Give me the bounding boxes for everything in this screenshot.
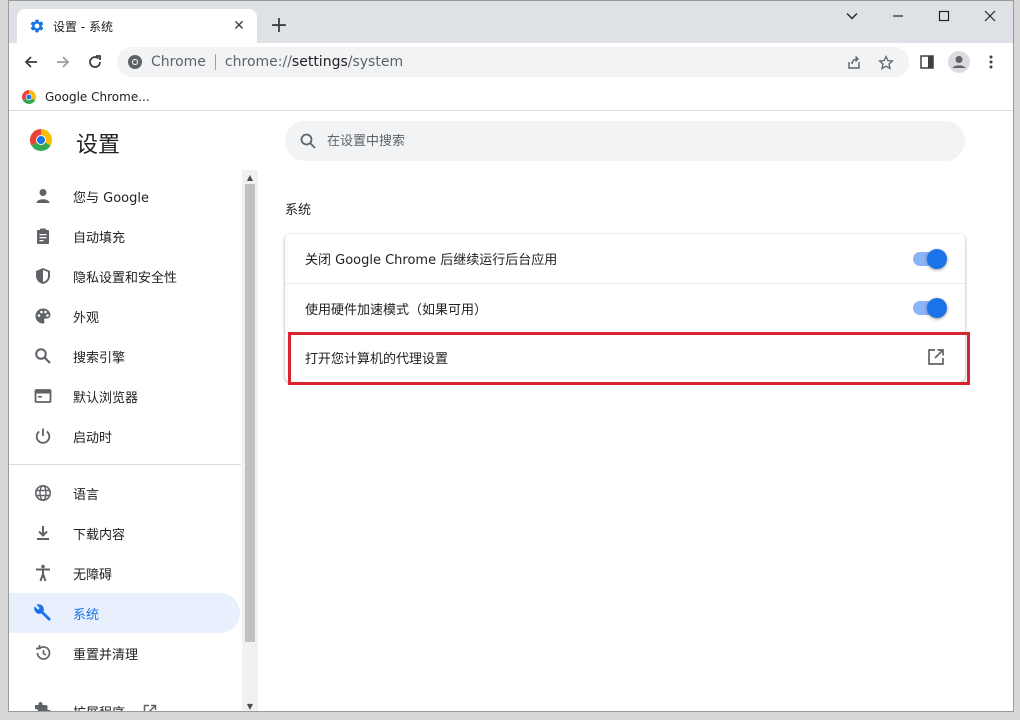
close-icon[interactable]: ✕ — [229, 16, 249, 36]
system-settings-card: 关闭 Google Chrome 后继续运行后台应用 使用硬件加速模式（如果可用… — [285, 234, 965, 382]
open-in-new-icon[interactable] — [927, 348, 945, 366]
chevron-down-icon — [846, 13, 858, 20]
settings-search[interactable] — [285, 121, 965, 161]
sidebar-item-you-and-google[interactable]: 您与 Google — [9, 176, 240, 216]
hardware-acceleration-toggle[interactable] — [913, 298, 947, 318]
chrome-logo-icon — [29, 129, 53, 152]
sidebar-item-privacy[interactable]: 隐私设置和安全性 — [9, 256, 240, 296]
sidebar-item-search-engine[interactable]: 搜索引擎 — [9, 336, 240, 376]
nav-scrollbar[interactable]: ▲ ▼ — [242, 170, 258, 711]
background-apps-toggle[interactable] — [913, 248, 947, 269]
sidebar-item-appearance[interactable]: 外观 — [9, 296, 240, 336]
star-icon[interactable] — [876, 53, 896, 73]
sidebar-item-autofill[interactable]: 自动填充 — [9, 216, 240, 256]
url-text: chrome://settings/system — [224, 54, 404, 70]
profile-button[interactable] — [945, 48, 973, 76]
arrow-left-icon — [24, 56, 37, 68]
hardware-acceleration-row[interactable]: 使用硬件加速模式（如果可用） — [285, 283, 965, 332]
nav-divider — [9, 464, 241, 465]
settings-nav: 您与 Google 自动填充 隐私设置和安全性 外观 搜索引擎 默认浏览器 启动… — [9, 170, 249, 711]
download-icon — [33, 523, 53, 543]
minimize-icon — [893, 15, 903, 17]
search-input[interactable] — [327, 133, 887, 149]
arrow-right-icon — [57, 56, 70, 68]
sidebar-item-accessibility[interactable]: 无障碍 — [9, 553, 240, 593]
minimize-button[interactable] — [875, 1, 921, 31]
section-title: 系统 — [285, 203, 312, 218]
avatar-icon — [948, 51, 970, 73]
divider — [214, 54, 216, 70]
scroll-up-icon[interactable]: ▲ — [242, 170, 258, 184]
reload-icon — [89, 55, 101, 68]
palette-icon — [33, 306, 53, 326]
row-label: 打开您计算机的代理设置 — [305, 351, 449, 367]
menu-button[interactable] — [977, 48, 1005, 76]
close-icon — [984, 10, 996, 22]
sidebar-item-downloads[interactable]: 下载内容 — [9, 513, 240, 553]
scroll-thumb[interactable] — [245, 184, 255, 642]
share-icon[interactable] — [844, 53, 864, 73]
proxy-settings-row[interactable]: 打开您计算机的代理设置 — [285, 332, 965, 381]
settings-page: 设置 您与 Google 自动填充 隐私设置和安全性 外观 — [9, 112, 1013, 711]
restore-icon — [33, 643, 53, 663]
search-icon — [33, 346, 53, 366]
sidebar-item-default-browser[interactable]: 默认浏览器 — [9, 376, 240, 416]
row-label: 关闭 Google Chrome 后继续运行后台应用 — [305, 253, 558, 268]
accessibility-icon — [33, 563, 53, 583]
wrench-icon — [33, 603, 53, 623]
background-apps-row[interactable]: 关闭 Google Chrome 后继续运行后台应用 — [285, 234, 965, 283]
tab-title: 设置 - 系统 — [53, 19, 113, 34]
tab-search-button[interactable] — [829, 1, 875, 31]
side-panel-button[interactable] — [913, 48, 941, 76]
tab-strip: 设置 - 系统 ✕ + — [9, 1, 1013, 43]
chrome-logo-icon — [22, 90, 36, 104]
browser-icon — [33, 386, 53, 406]
sidebar-item-system[interactable]: 系统 — [9, 593, 240, 633]
gear-icon — [30, 19, 44, 33]
sidebar-item-reset[interactable]: 重置并清理 — [9, 633, 240, 673]
back-button[interactable] — [17, 48, 45, 76]
extension-icon — [33, 701, 53, 711]
sidebar-item-on-startup[interactable]: 启动时 — [9, 416, 240, 456]
page-title: 设置 — [76, 133, 121, 158]
browser-window: 设置 - 系统 ✕ + Chrome chrome://settings/sys… — [8, 0, 1014, 712]
bookmark-item[interactable]: Google Chrome... — [21, 86, 150, 108]
reload-button[interactable] — [81, 48, 109, 76]
globe-icon — [33, 483, 53, 503]
shield-icon — [33, 266, 53, 286]
search-icon — [300, 133, 316, 149]
address-bar[interactable]: Chrome chrome://settings/system — [117, 47, 909, 77]
open-in-new-icon — [143, 704, 157, 711]
side-panel-icon — [920, 55, 934, 69]
tab-settings-system[interactable]: 设置 - 系统 ✕ — [17, 9, 257, 43]
more-vert-icon — [989, 55, 993, 69]
origin-label: Chrome — [151, 54, 206, 70]
close-window-button[interactable] — [967, 1, 1013, 31]
scroll-down-icon[interactable]: ▼ — [242, 699, 258, 711]
power-icon — [33, 426, 53, 446]
clipboard-icon — [33, 226, 53, 246]
person-icon — [33, 186, 53, 206]
sidebar-item-extensions[interactable]: 扩展程序 — [9, 691, 240, 711]
sidebar-item-languages[interactable]: 语言 — [9, 473, 240, 513]
bookmarks-bar: Google Chrome... — [9, 81, 1013, 111]
forward-button[interactable] — [49, 48, 77, 76]
chrome-icon — [128, 55, 142, 69]
new-tab-button[interactable]: + — [267, 13, 291, 38]
bookmark-label: Google Chrome... — [45, 90, 150, 104]
row-label: 使用硬件加速模式（如果可用） — [305, 302, 488, 318]
maximize-icon — [938, 10, 950, 22]
maximize-button[interactable] — [921, 1, 967, 31]
toolbar: Chrome chrome://settings/system — [9, 43, 1013, 81]
